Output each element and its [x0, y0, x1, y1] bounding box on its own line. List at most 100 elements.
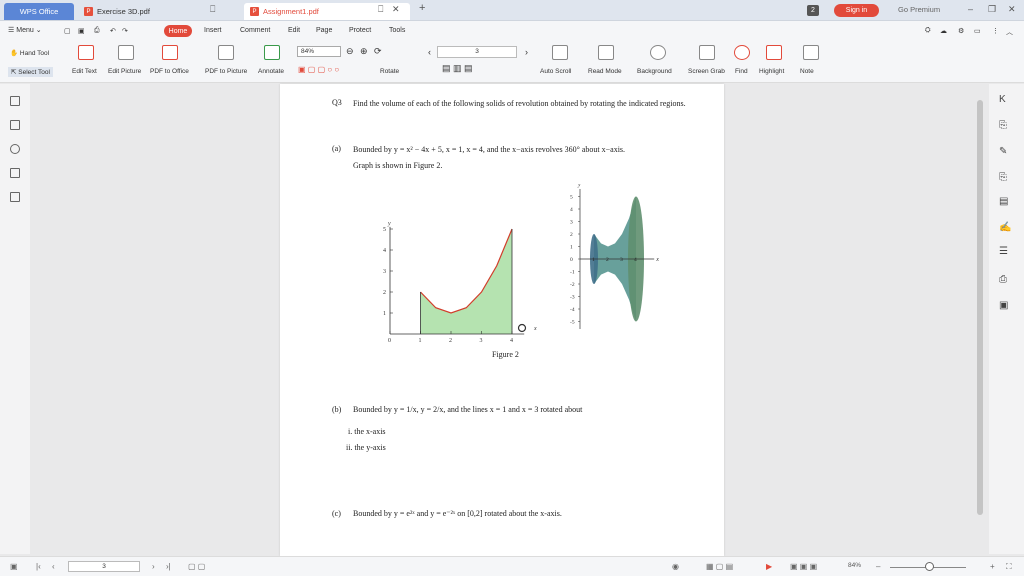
- pdf-to-picture-button[interactable]: PDF to Picture: [205, 68, 247, 75]
- annotate-button[interactable]: Annotate: [258, 68, 284, 75]
- convert-icon[interactable]: ⎘: [999, 172, 1007, 183]
- find-button[interactable]: Find: [735, 68, 748, 75]
- scrollbar-thumb[interactable]: [977, 100, 983, 515]
- hand-tool-button[interactable]: ✋ Hand Tool: [10, 49, 49, 57]
- redo-icon[interactable]: ↷: [122, 27, 128, 35]
- edit-picture-icon[interactable]: [118, 45, 134, 60]
- find-icon[interactable]: [734, 45, 750, 60]
- menu-button[interactable]: ☰ Menu ⌄: [8, 26, 42, 34]
- open-file-icon[interactable]: ▢: [64, 27, 71, 35]
- edit-text-icon[interactable]: [78, 45, 94, 60]
- minimize-icon[interactable]: –: [968, 4, 973, 14]
- prev-page-icon[interactable]: ‹: [52, 562, 55, 571]
- print-icon[interactable]: ⎙: [94, 27, 100, 35]
- tab-comment[interactable]: Comment: [240, 27, 270, 34]
- zoom-select[interactable]: 84%: [297, 46, 341, 57]
- highlight-icon[interactable]: [766, 45, 782, 60]
- prev-page-icon[interactable]: ‹: [428, 47, 431, 57]
- cloud-icon[interactable]: ☁: [940, 27, 947, 35]
- tab-home[interactable]: Home: [164, 25, 192, 37]
- select-tool-button[interactable]: ⇱ Select Tool: [8, 67, 53, 77]
- tab-window-icon[interactable]: ⎕: [378, 4, 383, 15]
- collapse-ribbon-icon[interactable]: ︿: [1006, 27, 1013, 37]
- tab-insert[interactable]: Insert: [204, 27, 222, 34]
- last-page-icon[interactable]: ›|: [166, 562, 171, 571]
- read-mode-button[interactable]: Read Mode: [588, 68, 622, 75]
- auto-scroll-button[interactable]: Auto Scroll: [540, 68, 571, 75]
- zoom-in-button[interactable]: +: [990, 562, 995, 571]
- tab-tools[interactable]: Tools: [389, 27, 405, 34]
- part-c-text: Bounded by y = e²ˣ and y = e⁻²ˣ on [0,2]…: [353, 509, 562, 518]
- attachment-icon[interactable]: [10, 144, 20, 154]
- comment-icon[interactable]: ▭: [974, 27, 981, 35]
- fullscreen-icon[interactable]: ⛶: [1006, 562, 1012, 572]
- rotate-button[interactable]: Rotate: [380, 68, 399, 75]
- annotate-icon[interactable]: [264, 45, 280, 60]
- export-icon[interactable]: ⎘: [999, 120, 1007, 131]
- share-icon[interactable]: ⛭: [925, 27, 931, 35]
- tab-wps-office[interactable]: WPS Office: [4, 3, 74, 20]
- sidebar-toggle-icon[interactable]: ▣: [10, 562, 18, 571]
- zoom-slider-knob[interactable]: [925, 562, 934, 571]
- tab-protect[interactable]: Protect: [349, 27, 371, 34]
- save-icon[interactable]: ▣: [78, 27, 85, 35]
- zoom-out-button[interactable]: –: [876, 562, 880, 571]
- next-page-icon[interactable]: ›: [152, 562, 155, 571]
- eye-care-icon[interactable]: ◉: [672, 562, 679, 571]
- close-tab-icon[interactable]: ✕: [392, 4, 400, 15]
- bookmark-icon[interactable]: [10, 96, 20, 106]
- status-page-input[interactable]: 3: [68, 561, 140, 572]
- restore-icon[interactable]: ❐: [988, 4, 996, 15]
- edit-picture-button[interactable]: Edit Picture: [108, 68, 141, 75]
- view-layout-icons[interactable]: ▦ ▢ ▤: [706, 562, 733, 571]
- screen-grab-icon[interactable]: [699, 45, 715, 60]
- status-zoom-value[interactable]: 84%: [848, 562, 861, 569]
- zoom-out-icon[interactable]: ⊖: [346, 46, 354, 57]
- read-mode-icon[interactable]: [598, 45, 614, 60]
- close-window-icon[interactable]: ✕: [1008, 4, 1016, 15]
- print-icon[interactable]: ⎙: [999, 274, 1007, 285]
- collapse-panel-icon[interactable]: K: [999, 94, 1006, 105]
- signature-icon[interactable]: [10, 168, 20, 178]
- pdf-to-picture-icon[interactable]: [218, 45, 234, 60]
- tab-edit[interactable]: Edit: [288, 27, 300, 34]
- zoom-in-icon[interactable]: ⊕: [360, 46, 368, 57]
- scan-icon[interactable]: ▣: [999, 300, 1008, 311]
- note-button[interactable]: Note: [800, 68, 814, 75]
- sign-in-button[interactable]: Sign in: [834, 4, 879, 17]
- go-premium-link[interactable]: Go Premium: [898, 5, 940, 14]
- picture-icon[interactable]: [10, 192, 20, 202]
- compress-icon[interactable]: ▤: [999, 196, 1008, 207]
- pdf-to-office-button[interactable]: PDF to Office: [150, 68, 189, 75]
- undo-icon[interactable]: ↶: [110, 27, 116, 35]
- pdf-to-office-icon[interactable]: [162, 45, 178, 60]
- tab-window-icon[interactable]: ⎕: [210, 4, 215, 15]
- settings-icon[interactable]: ⚙: [958, 27, 964, 35]
- thumbnail-icon[interactable]: [10, 120, 20, 130]
- fit-page-icons[interactable]: ▣ ▢ ▢ ○ ○: [298, 65, 339, 74]
- background-icon[interactable]: [650, 45, 666, 60]
- background-button[interactable]: Background: [637, 68, 672, 75]
- auto-scroll-icon[interactable]: [552, 45, 568, 60]
- solid-y-tick-label: -1: [570, 270, 575, 276]
- sign-icon[interactable]: ✍: [999, 222, 1011, 233]
- page-view-icons[interactable]: ▢ ▢: [188, 562, 205, 571]
- screen-grab-button[interactable]: Screen Grab: [688, 68, 725, 75]
- compare-icon[interactable]: ☰: [999, 246, 1008, 257]
- note-icon[interactable]: [803, 45, 819, 60]
- highlight-button[interactable]: Highlight: [759, 68, 784, 75]
- notification-badge[interactable]: 2: [807, 5, 819, 16]
- first-page-icon[interactable]: |‹: [36, 562, 41, 571]
- edit-text-button[interactable]: Edit Text: [72, 68, 97, 75]
- view-mode-icons[interactable]: ▤ ▥ ▤: [442, 63, 473, 74]
- fit-icons[interactable]: ▣ ▣ ▣: [790, 562, 817, 571]
- rotate-icon[interactable]: ⟳: [374, 46, 382, 57]
- new-tab-button[interactable]: +: [419, 2, 425, 14]
- tab-assignment1[interactable]: P Assignment1.pdf: [244, 3, 410, 20]
- play-icon[interactable]: ▶: [766, 562, 772, 571]
- edit-icon[interactable]: ✎: [999, 146, 1007, 157]
- more-icon[interactable]: ⋮: [992, 27, 999, 35]
- tab-page[interactable]: Page: [316, 27, 332, 34]
- next-page-icon[interactable]: ›: [525, 47, 528, 57]
- page-number-input[interactable]: 3: [437, 46, 517, 58]
